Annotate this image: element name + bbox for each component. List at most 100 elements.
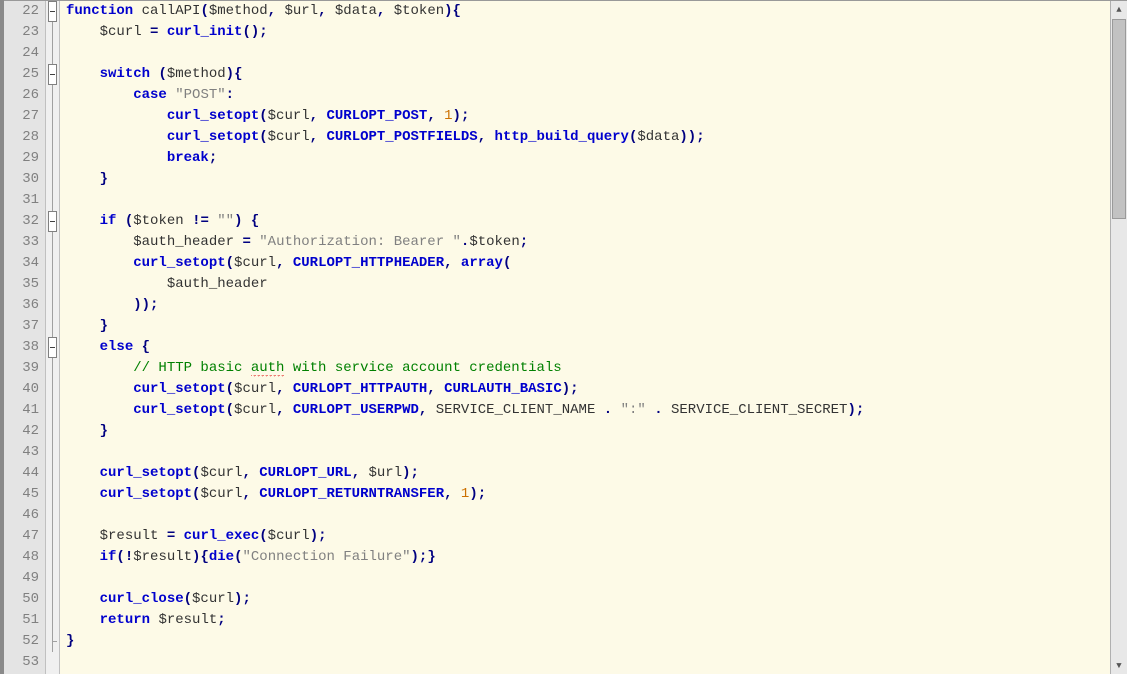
- code-line[interactable]: else {: [66, 337, 1127, 358]
- code-line[interactable]: function callAPI($method, $url, $data, $…: [66, 1, 1127, 22]
- token-op: }: [100, 171, 108, 187]
- token-kw: array: [461, 255, 503, 271]
- token-op: (: [226, 402, 234, 418]
- fold-toggle-icon[interactable]: [48, 1, 57, 22]
- token-op: (): [242, 24, 259, 40]
- code-line[interactable]: if ($token != "") {: [66, 211, 1127, 232]
- token-op: ;: [461, 108, 469, 124]
- token-plain: [66, 465, 100, 481]
- fold-cell: [46, 547, 59, 568]
- code-line[interactable]: if(!$result){die("Connection Failure");}: [66, 547, 1127, 568]
- vertical-scrollbar[interactable]: ▲ ▼: [1110, 1, 1127, 674]
- token-const: CURLOPT_POST: [326, 108, 427, 124]
- code-area[interactable]: function callAPI($method, $url, $data, $…: [60, 1, 1127, 674]
- token-op: ,: [478, 129, 486, 145]
- scroll-down-arrow[interactable]: ▼: [1111, 657, 1127, 674]
- code-line[interactable]: // HTTP basic auth with service account …: [66, 358, 1127, 379]
- code-line[interactable]: break;: [66, 148, 1127, 169]
- token-op: !=: [192, 213, 209, 229]
- code-line[interactable]: curl_setopt($curl, CURLOPT_USERPWD, SERV…: [66, 400, 1127, 421]
- line-number: 52: [8, 631, 39, 652]
- line-number: 34: [8, 253, 39, 274]
- code-line[interactable]: case "POST":: [66, 85, 1127, 106]
- token-plain: [436, 381, 444, 397]
- token-plain: [284, 402, 292, 418]
- scroll-up-arrow[interactable]: ▲: [1111, 1, 1127, 18]
- fold-toggle-icon[interactable]: [48, 64, 57, 85]
- fold-column[interactable]: [46, 1, 60, 674]
- code-line[interactable]: }: [66, 421, 1127, 442]
- code-line[interactable]: [66, 505, 1127, 526]
- code-line[interactable]: curl_setopt($curl, CURLOPT_URL, $url);: [66, 463, 1127, 484]
- token-var: $curl: [234, 255, 276, 271]
- fold-cell: [46, 526, 59, 547]
- code-line[interactable]: return $result;: [66, 610, 1127, 631]
- token-fn: die: [209, 549, 234, 565]
- fold-cell[interactable]: [46, 211, 59, 232]
- token-plain: callAPI: [133, 3, 200, 19]
- line-number: 47: [8, 526, 39, 547]
- token-op: =: [242, 234, 250, 250]
- token-plain: [66, 612, 100, 628]
- token-fn: curl_close: [100, 591, 184, 607]
- fold-cell: [46, 274, 59, 295]
- code-line[interactable]: $curl = curl_init();: [66, 22, 1127, 43]
- token-plain: [284, 255, 292, 271]
- code-line[interactable]: }: [66, 316, 1127, 337]
- token-plain: [66, 339, 100, 355]
- token-op: ): [234, 213, 242, 229]
- fold-toggle-icon[interactable]: [48, 211, 57, 232]
- code-line[interactable]: [66, 652, 1127, 673]
- code-line[interactable]: curl_setopt($curl, CURLOPT_HTTPHEADER, a…: [66, 253, 1127, 274]
- token-op: (: [200, 3, 208, 19]
- fold-cell: [46, 442, 59, 463]
- fold-cell[interactable]: [46, 64, 59, 85]
- token-op: (: [503, 255, 511, 271]
- code-line[interactable]: [66, 190, 1127, 211]
- token-plain: [360, 465, 368, 481]
- token-op: ,: [427, 108, 435, 124]
- token-fn: curl_setopt: [167, 108, 259, 124]
- token-op: ;: [696, 129, 704, 145]
- code-editor[interactable]: 2223242526272829303132333435363738394041…: [4, 0, 1127, 674]
- code-line[interactable]: curl_setopt($curl, CURLOPT_HTTPAUTH, CUR…: [66, 379, 1127, 400]
- token-plain: [175, 528, 183, 544]
- token-comment: with service account credentials: [284, 360, 561, 376]
- token-var: $data: [335, 3, 377, 19]
- line-number: 37: [8, 316, 39, 337]
- fold-cell[interactable]: [46, 337, 59, 358]
- token-plain: [116, 213, 124, 229]
- token-op: ): [453, 108, 461, 124]
- token-op: (: [226, 381, 234, 397]
- token-plain: [453, 255, 461, 271]
- code-line[interactable]: curl_setopt($curl, CURLOPT_POSTFIELDS, h…: [66, 127, 1127, 148]
- token-op: (!: [116, 549, 133, 565]
- token-op: ): [310, 528, 318, 544]
- token-plain: [66, 276, 167, 292]
- code-line[interactable]: switch ($method){: [66, 64, 1127, 85]
- line-number: 40: [8, 379, 39, 400]
- fold-cell: [46, 568, 59, 589]
- fold-toggle-icon[interactable]: [48, 337, 57, 358]
- code-line[interactable]: [66, 568, 1127, 589]
- code-line[interactable]: $result = curl_exec($curl);: [66, 526, 1127, 547]
- code-line[interactable]: [66, 442, 1127, 463]
- code-line[interactable]: curl_close($curl);: [66, 589, 1127, 610]
- token-plain: [385, 3, 393, 19]
- token-const: CURLOPT_HTTPAUTH: [293, 381, 427, 397]
- token-plain: [142, 24, 150, 40]
- code-line[interactable]: }: [66, 631, 1127, 652]
- fold-cell[interactable]: [46, 1, 59, 22]
- token-fn: curl_setopt: [133, 402, 225, 418]
- code-line[interactable]: curl_setopt($curl, CURLOPT_RETURNTRANSFE…: [66, 484, 1127, 505]
- code-line[interactable]: [66, 43, 1127, 64]
- scrollbar-thumb[interactable]: [1112, 19, 1126, 219]
- code-line[interactable]: }: [66, 169, 1127, 190]
- token-comment: auth: [251, 360, 285, 377]
- code-line[interactable]: $auth_header: [66, 274, 1127, 295]
- token-op: ,: [310, 108, 318, 124]
- code-line[interactable]: curl_setopt($curl, CURLOPT_POST, 1);: [66, 106, 1127, 127]
- code-line[interactable]: ));: [66, 295, 1127, 316]
- token-plain: [66, 171, 100, 187]
- code-line[interactable]: $auth_header = "Authorization: Bearer ".…: [66, 232, 1127, 253]
